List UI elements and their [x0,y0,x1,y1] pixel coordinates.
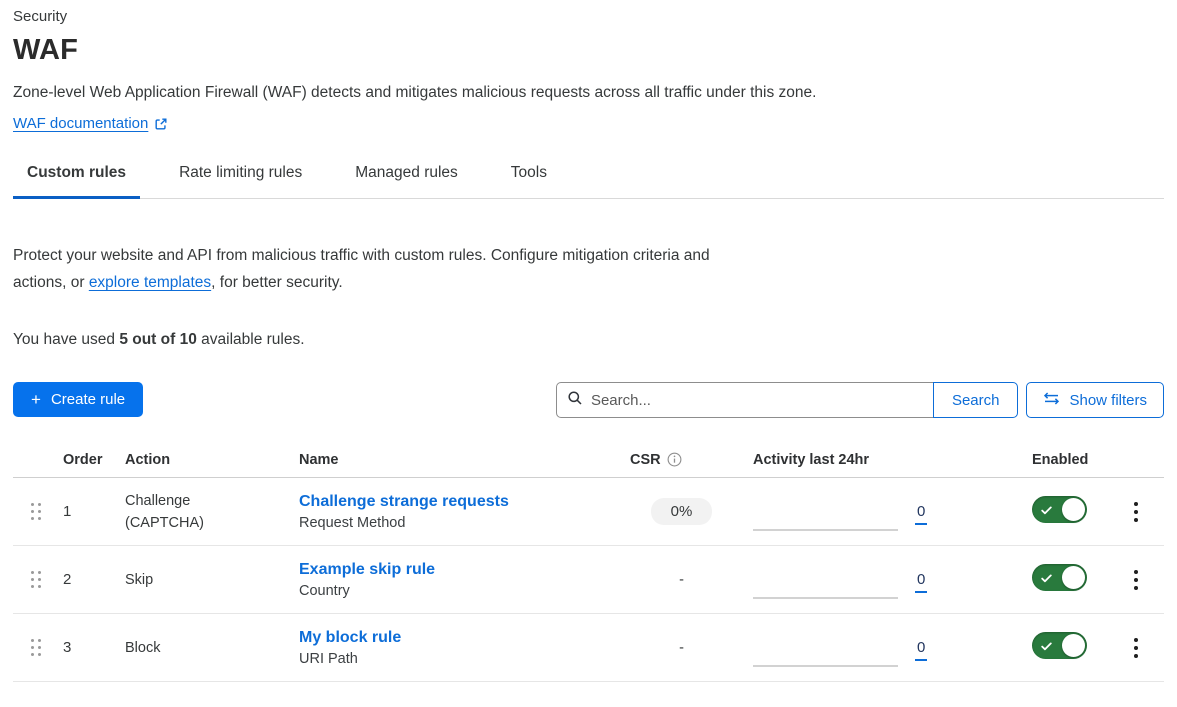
breadcrumb: Security [13,8,1164,25]
filters-swap-icon [1043,392,1060,409]
row-menu-button[interactable] [1128,564,1144,596]
rule-order: 3 [63,639,125,656]
page-title: WAF [13,34,1164,67]
tab-managed-rules[interactable]: Managed rules [341,164,472,199]
check-icon [1041,503,1052,518]
activity-sparkline [753,493,898,531]
table-row: 2 Skip Example skip rule Country - 0 [13,546,1164,614]
column-header-action: Action [125,452,299,468]
rules-toolbar: + Create rule Search [13,382,1164,418]
rule-action: Challenge (CAPTCHA) [125,490,225,534]
rule-order: 2 [63,571,125,588]
row-menu-button[interactable] [1128,632,1144,664]
search-input[interactable] [591,392,923,409]
explore-templates-link[interactable]: explore templates [89,274,211,291]
waf-page: Security WAF Zone-level Web Application … [0,0,1177,682]
column-header-name: Name [299,452,630,468]
check-icon [1041,571,1052,586]
check-icon [1041,639,1052,654]
enabled-toggle[interactable] [1032,496,1087,523]
enabled-toggle[interactable] [1032,632,1087,659]
custom-rules-table: Order Action Name CSR Activity last 24hr… [13,442,1164,682]
column-header-activity: Activity last 24hr [733,452,1032,468]
csr-value: - [679,640,684,656]
rules-usage-count: 5 out of 10 [119,331,197,348]
tab-tools[interactable]: Tools [497,164,561,199]
drag-handle[interactable] [31,571,41,588]
enabled-toggle[interactable] [1032,564,1087,591]
external-link-icon [154,117,168,131]
rule-field: Request Method [299,515,630,531]
show-filters-button[interactable]: Show filters [1026,382,1164,418]
table-body: 1 Challenge (CAPTCHA) Challenge strange … [13,478,1164,682]
column-header-order: Order [63,452,125,468]
info-icon[interactable] [667,452,682,467]
tab-bar: Custom rules Rate limiting rules Managed… [13,164,1164,199]
rule-name-link[interactable]: Challenge strange requests [299,493,509,510]
csr-value: 0% [651,498,713,525]
tab-custom-rules[interactable]: Custom rules [13,164,140,199]
create-rule-button[interactable]: + Create rule [13,382,143,417]
rule-name-link[interactable]: Example skip rule [299,561,435,578]
search-box [556,382,934,418]
search-icon [567,390,583,411]
column-header-csr: CSR [630,452,661,468]
csr-value: - [679,572,684,588]
table-header-row: Order Action Name CSR Activity last 24hr… [13,442,1164,478]
rule-action: Skip [125,569,225,591]
drag-handle[interactable] [31,639,41,656]
rule-name-link[interactable]: My block rule [299,629,401,646]
custom-rules-intro: Protect your website and API from malici… [13,242,758,296]
activity-count-link[interactable]: 0 [915,571,927,593]
rules-usage-text: You have used 5 out of 10 available rule… [13,331,1164,349]
tab-rate-limiting-rules[interactable]: Rate limiting rules [165,164,316,199]
search-button[interactable]: Search [933,382,1019,418]
doc-link-label: WAF documentation [13,115,148,132]
waf-documentation-link[interactable]: WAF documentation [13,115,168,132]
rule-field: Country [299,583,630,599]
activity-sparkline [753,629,898,667]
table-row: 1 Challenge (CAPTCHA) Challenge strange … [13,478,1164,546]
plus-icon: + [31,391,41,408]
page-description: Zone-level Web Application Firewall (WAF… [13,84,1164,102]
rule-order: 1 [63,503,125,520]
drag-handle[interactable] [31,503,41,520]
activity-sparkline [753,561,898,599]
rule-action: Block [125,637,225,659]
rule-field: URI Path [299,651,630,667]
column-header-enabled: Enabled [1032,452,1120,468]
activity-count-link[interactable]: 0 [915,503,927,525]
activity-count-link[interactable]: 0 [915,639,927,661]
table-row: 3 Block My block rule URI Path - 0 [13,614,1164,682]
row-menu-button[interactable] [1128,496,1144,528]
